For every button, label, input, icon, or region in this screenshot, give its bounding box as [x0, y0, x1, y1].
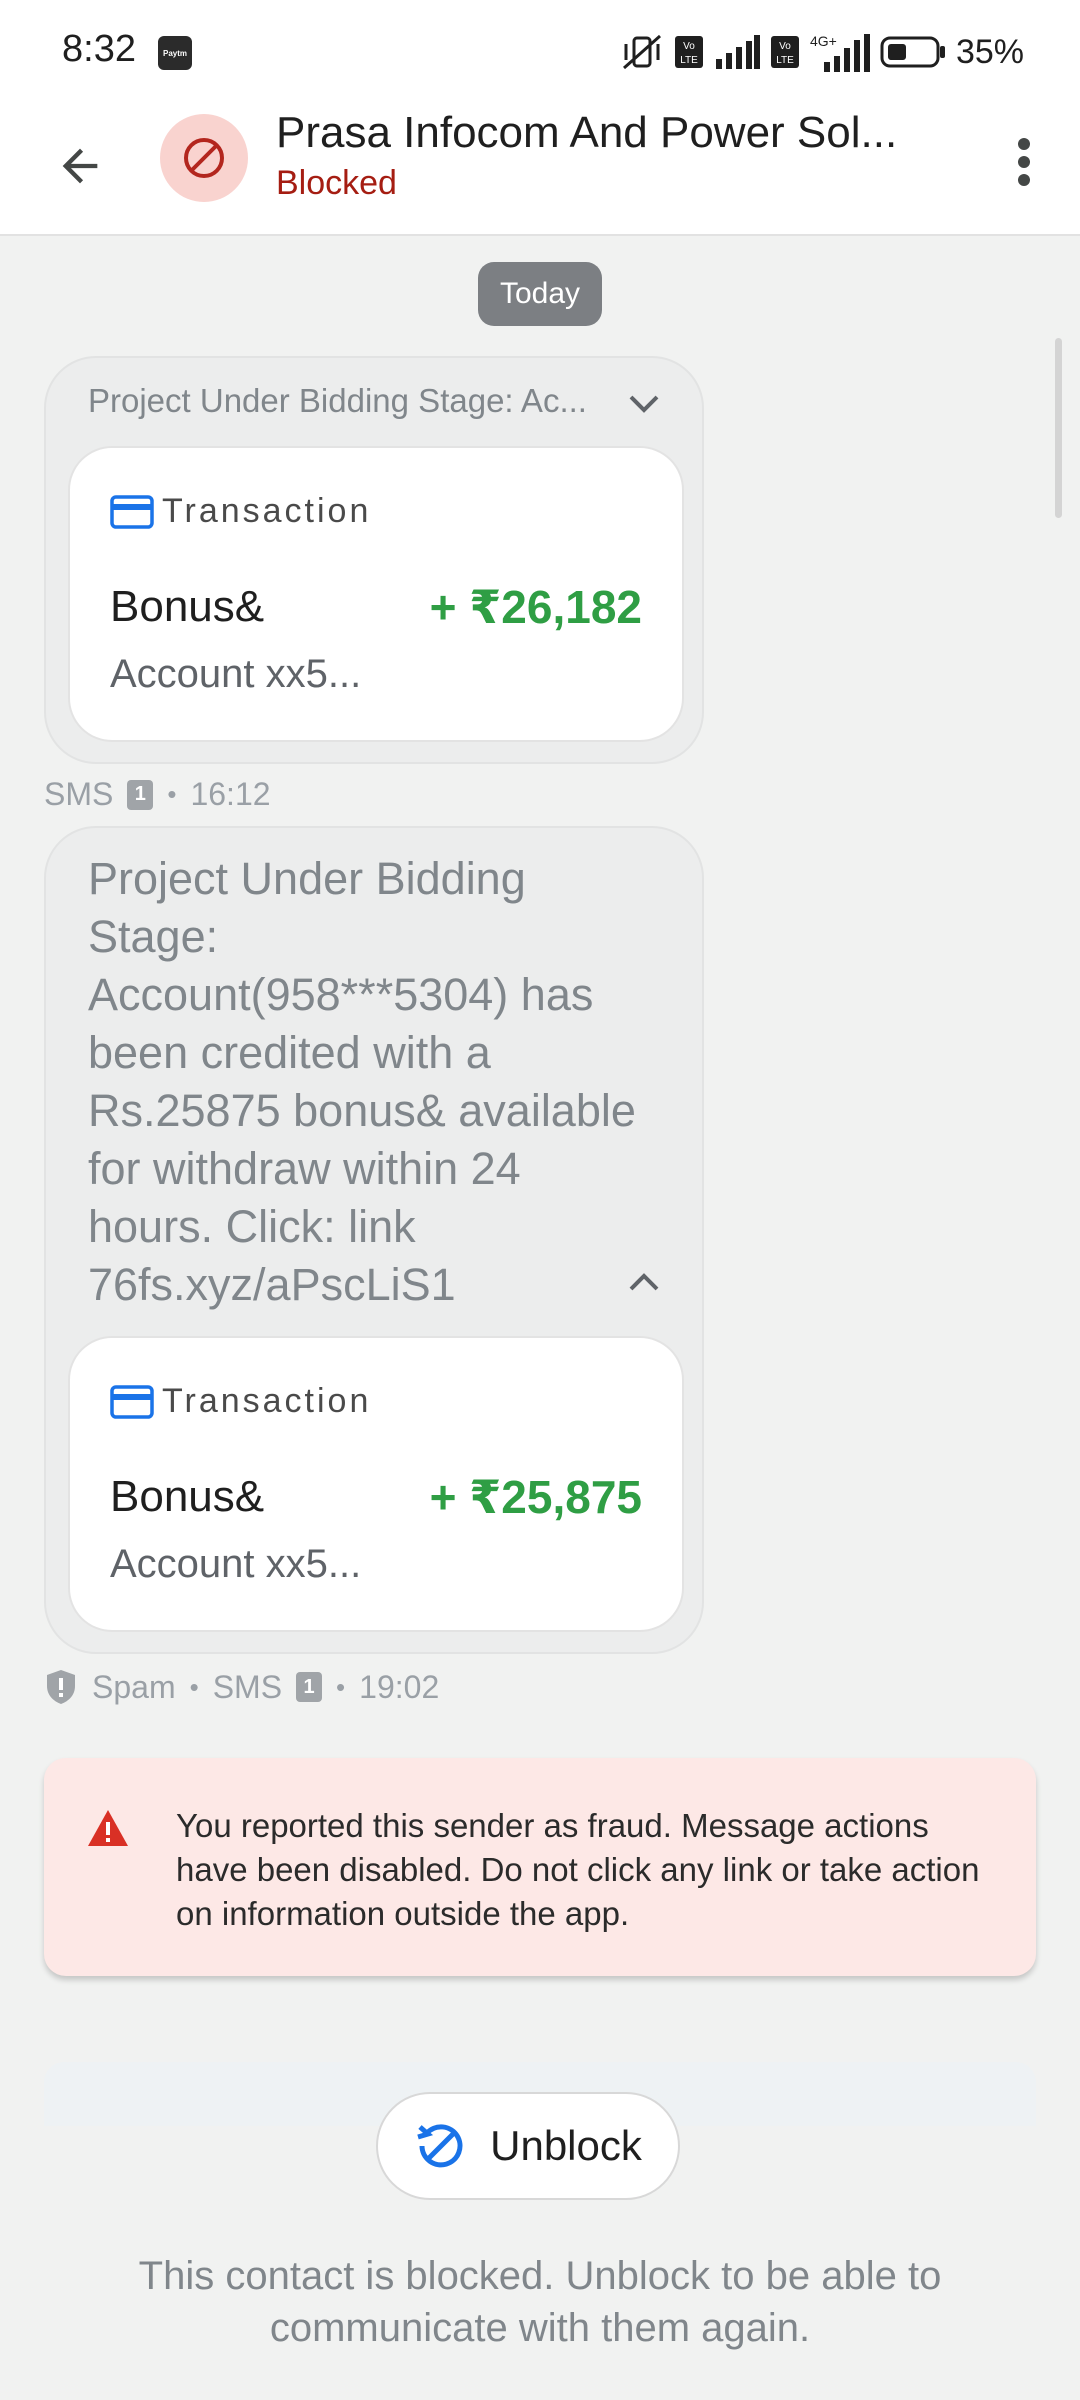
svg-text:LTE: LTE [680, 55, 698, 66]
message-time: 19:02 [359, 1668, 440, 1705]
sim-icon: 1 [296, 1672, 323, 1702]
message-channel: SMS [212, 1668, 283, 1705]
message-bubble[interactable]: Project Under Bidding Stage: Account(958… [44, 826, 704, 1654]
warning-icon [88, 1810, 128, 1846]
blocked-note: This contact is blocked. Unblock to be a… [138, 2254, 942, 2350]
chevron-down-icon [629, 395, 659, 413]
vibrate-mute-icon [622, 34, 661, 70]
message-bubble[interactable]: Project Under Bidding Stage: Ac... Trans… [44, 356, 704, 764]
transaction-header: Transaction [110, 1382, 371, 1421]
transaction-label: Transaction [162, 492, 372, 530]
unblock-icon [417, 2124, 463, 2168]
spam-label: Spam [92, 1668, 176, 1705]
svg-text:Vo: Vo [683, 41, 695, 52]
status-time: 8:32 [62, 28, 136, 70]
message-meta: SMS 1 • 16:12 [44, 776, 271, 813]
signal-4g-icon: 4G+ [810, 33, 870, 72]
app-bar: Prasa Infocom And Power Sol... Blocked [0, 100, 1080, 236]
transaction-title: Bonus& [110, 582, 265, 631]
message-time: 16:12 [190, 776, 271, 812]
separator-dot: • [189, 1671, 199, 1702]
transaction-label: Transaction [162, 1382, 372, 1420]
date-chip: Today [478, 262, 602, 326]
chevron-up-icon [629, 1273, 659, 1291]
transaction-card[interactable]: Transaction Bonus& + ₹25,875 Account xx5… [68, 1336, 684, 1632]
transaction-account: Account xx5... [110, 1542, 362, 1586]
transaction-header: Transaction [110, 492, 371, 531]
contact-avatar[interactable] [160, 114, 248, 202]
fraud-warning-text: You reported this sender as fraud. Messa… [176, 1807, 980, 1932]
more-vert-icon [1018, 138, 1030, 186]
unblock-label: Unblock [490, 2122, 642, 2169]
separator-dot: • [167, 779, 177, 809]
status-icons: Vo LTE Vo LTE 4G+ 35% [620, 28, 1024, 76]
battery-icon [880, 36, 945, 68]
svg-text:LTE: LTE [776, 55, 794, 66]
volte-icon-2: Vo LTE [770, 36, 799, 68]
unblock-button[interactable]: Unblock [376, 2092, 680, 2200]
spam-shield-icon [47, 1670, 75, 1704]
contact-name[interactable]: Prasa Infocom And Power Sol... [276, 108, 956, 158]
separator-dot: • [336, 1671, 346, 1702]
contact-status: Blocked [276, 164, 397, 202]
sim-icon: 1 [127, 779, 154, 810]
message-preview: Project Under Bidding Stage: Ac... [88, 382, 587, 419]
more-options-button[interactable] [988, 126, 1060, 198]
message-meta: Spam • SMS 1 • 19:02 [44, 1668, 439, 1706]
collapse-button[interactable] [620, 1258, 668, 1306]
svg-text:4G+: 4G+ [810, 33, 837, 49]
transaction-account: Account xx5... [110, 652, 362, 696]
message-channel: SMS [44, 776, 114, 812]
transaction-amount: + ₹25,875 [429, 1471, 642, 1523]
block-icon [184, 138, 224, 178]
scrollbar[interactable] [1055, 338, 1062, 518]
message-body: Project Under Bidding Stage: Account(958… [88, 853, 636, 1310]
back-button[interactable] [44, 130, 116, 202]
credit-card-icon [110, 494, 154, 529]
battery-percent: 35% [955, 32, 1024, 71]
transaction-card[interactable]: Transaction Bonus& + ₹26,182 Account xx5… [68, 446, 684, 742]
fraud-warning-banner: You reported this sender as fraud. Messa… [44, 1758, 1036, 1976]
volte-icon: Vo LTE [674, 36, 703, 68]
expand-button[interactable] [620, 380, 668, 428]
svg-text:Vo: Vo [779, 41, 791, 52]
signal-icon [715, 35, 760, 69]
paytm-notification-icon: Paytm [158, 36, 192, 70]
arrow-back-icon [62, 148, 98, 184]
status-bar: 8:32 Paytm Vo LTE Vo LTE 4G+ 35% [0, 0, 1080, 100]
transaction-amount: + ₹26,182 [429, 581, 642, 633]
transaction-title: Bonus& [110, 1472, 265, 1521]
credit-card-icon [110, 1384, 154, 1419]
